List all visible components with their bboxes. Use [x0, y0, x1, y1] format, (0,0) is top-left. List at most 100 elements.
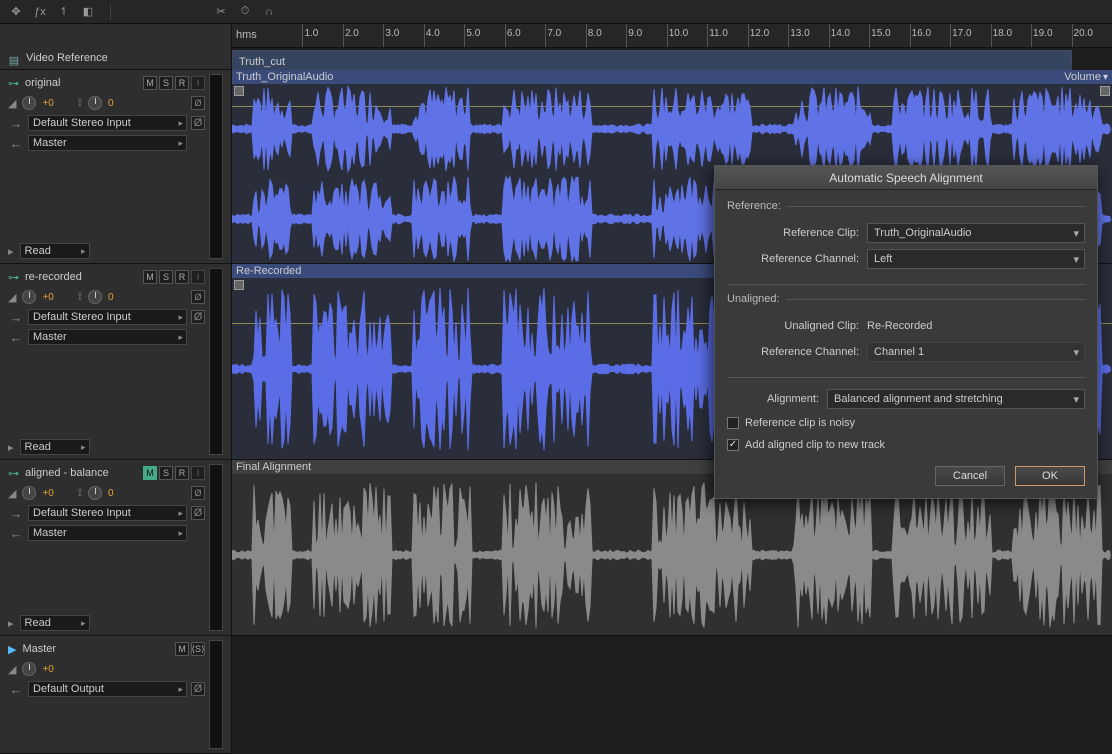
output-dropdown[interactable]: Master: [28, 135, 187, 151]
output-arrow-icon: ←: [8, 136, 24, 151]
ref-channel-dropdown[interactable]: Left: [867, 249, 1085, 269]
track-meter: [209, 268, 223, 455]
volume-chip[interactable]: Volume ▾: [1064, 71, 1108, 83]
send-icon[interactable]: ↿: [56, 4, 72, 20]
output-arrow-icon: ←: [8, 526, 24, 541]
input-dropdown[interactable]: Default Stereo Input: [28, 505, 187, 521]
gain-value[interactable]: 0: [108, 98, 114, 109]
input-dropdown[interactable]: Default Stereo Input: [28, 309, 187, 325]
newtrack-checkbox[interactable]: [727, 439, 739, 451]
phase-button[interactable]: Ø: [191, 290, 205, 304]
track-header: ⊶ re-recorded M S R I ◢ +0 ⟟: [0, 264, 231, 460]
volume-icon: ◢: [8, 291, 16, 304]
mute-button[interactable]: M: [143, 466, 157, 480]
unaligned-legend: Unaligned:: [727, 293, 786, 305]
metronome-icon[interactable]: ⏱: [237, 4, 253, 20]
pan-dial[interactable]: [22, 486, 36, 500]
input-dropdown[interactable]: Default Stereo Input: [28, 115, 187, 131]
track-name[interactable]: re-recorded: [25, 271, 82, 283]
mono-button[interactable]: Ø: [191, 682, 205, 696]
cut-tool-icon[interactable]: ✂: [213, 4, 229, 20]
automation-dropdown[interactable]: Read: [20, 439, 90, 455]
unal-channel-dropdown: Channel 1: [867, 342, 1085, 362]
pan-dial[interactable]: [22, 290, 36, 304]
phase-button[interactable]: Ø: [191, 96, 205, 110]
pan-value[interactable]: +0: [42, 98, 53, 109]
snap-icon[interactable]: ∩: [261, 4, 277, 20]
clip-header[interactable]: Truth_OriginalAudio Volume ▾: [232, 70, 1112, 84]
alignment-label: Alignment:: [727, 393, 827, 405]
track-header: ⊶ original M S R I ◢ +0 ⟟ 0: [0, 70, 231, 264]
time-ruler[interactable]: hms 1.02.03.04.05.06.07.08.09.010.011.01…: [232, 24, 1112, 48]
mono-button[interactable]: Ø: [191, 310, 205, 324]
clip-header[interactable]: Re-Recorded: [232, 264, 716, 278]
automation-dropdown[interactable]: Read: [20, 243, 90, 259]
ok-button[interactable]: OK: [1015, 466, 1085, 486]
pan-dial[interactable]: [22, 96, 36, 110]
gain-value[interactable]: 0: [108, 488, 114, 499]
noisy-checkbox[interactable]: [727, 417, 739, 429]
volume-icon: ◢: [8, 487, 16, 500]
waveform-icon: ⊶: [8, 271, 19, 284]
expand-icon[interactable]: ▸: [8, 245, 14, 258]
track-name[interactable]: original: [25, 77, 60, 89]
gain-dial[interactable]: [88, 486, 102, 500]
pan-value[interactable]: +0: [42, 292, 53, 303]
pan-value[interactable]: +0: [42, 664, 53, 675]
mute-button[interactable]: M: [175, 642, 189, 656]
waveform-icon: ⊶: [8, 77, 19, 90]
track-meter: [209, 464, 223, 631]
clip-name: Truth_OriginalAudio: [236, 71, 333, 83]
track-header: ⊶ aligned - balance M S R I ◢ +0 ⟟: [0, 460, 231, 636]
record-button[interactable]: R: [175, 466, 189, 480]
solo-button[interactable]: ⟨S⟩: [191, 642, 205, 656]
clip-name: Final Alignment: [236, 461, 311, 473]
phase-button[interactable]: Ø: [191, 486, 205, 500]
balance-icon: ⟟: [78, 291, 82, 304]
master-icon: ▶: [8, 643, 16, 656]
alignment-dropdown[interactable]: Balanced alignment and stretching: [827, 389, 1085, 409]
gain-value[interactable]: 0: [108, 292, 114, 303]
input-monitor-button[interactable]: I: [191, 76, 205, 90]
unaligned-clip-label: Unaligned Clip:: [727, 320, 867, 332]
volume-icon: ◢: [8, 663, 16, 676]
gain-dial[interactable]: [88, 290, 102, 304]
ref-clip-dropdown[interactable]: Truth_OriginalAudio: [867, 223, 1085, 243]
track-name[interactable]: aligned - balance: [25, 467, 109, 479]
master-name[interactable]: Master: [22, 643, 56, 655]
cancel-button[interactable]: Cancel: [935, 466, 1005, 486]
master-track-header: ▶ Master M ⟨S⟩ ◢ +0 ← Default Output Ø: [0, 636, 231, 754]
unal-channel-label: Reference Channel:: [727, 346, 867, 358]
pan-dial[interactable]: [22, 662, 36, 676]
pan-value[interactable]: +0: [42, 488, 53, 499]
mute-button[interactable]: M: [143, 76, 157, 90]
balance-icon: ⟟: [78, 97, 82, 110]
fx-icon[interactable]: ƒx: [32, 4, 48, 20]
mono-button[interactable]: Ø: [191, 116, 205, 130]
dialog-title[interactable]: Automatic Speech Alignment: [715, 166, 1097, 190]
move-tool-icon[interactable]: ✥: [8, 4, 24, 20]
solo-button[interactable]: S: [159, 270, 173, 284]
input-monitor-button[interactable]: I: [191, 466, 205, 480]
eq-icon[interactable]: ◧: [80, 4, 96, 20]
expand-icon[interactable]: ▸: [8, 441, 14, 454]
volume-icon: ◢: [8, 97, 16, 110]
expand-icon[interactable]: ▸: [8, 617, 14, 630]
clip-name: Re-Recorded: [236, 265, 301, 277]
input-arrow-icon: →: [8, 506, 24, 521]
automation-dropdown[interactable]: Read: [20, 615, 90, 631]
record-button[interactable]: R: [175, 76, 189, 90]
newtrack-label: Add aligned clip to new track: [745, 439, 885, 451]
input-monitor-button[interactable]: I: [191, 270, 205, 284]
solo-button[interactable]: S: [159, 466, 173, 480]
gain-dial[interactable]: [88, 96, 102, 110]
solo-button[interactable]: S: [159, 76, 173, 90]
output-dropdown[interactable]: Master: [28, 329, 187, 345]
mute-button[interactable]: M: [143, 270, 157, 284]
output-dropdown[interactable]: Master: [28, 525, 187, 541]
mono-button[interactable]: Ø: [191, 506, 205, 520]
waveform: [232, 84, 1112, 174]
record-button[interactable]: R: [175, 270, 189, 284]
output-dropdown[interactable]: Default Output: [28, 681, 187, 697]
ref-clip-label: Reference Clip:: [727, 227, 867, 239]
